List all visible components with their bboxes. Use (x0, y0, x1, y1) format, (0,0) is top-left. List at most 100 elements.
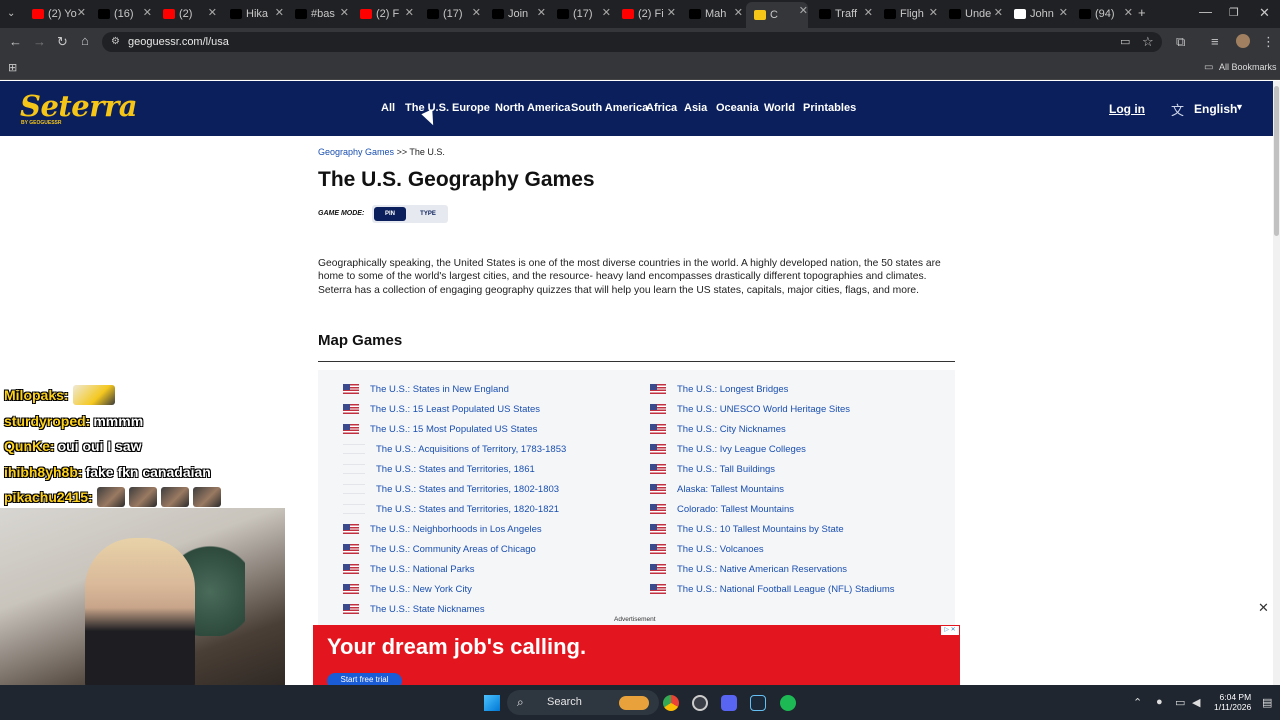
game-link[interactable]: The U.S.: States and Territories, 1861 (343, 461, 535, 477)
game-link[interactable]: The U.S.: National Football League (NFL)… (650, 581, 895, 597)
game-link[interactable]: The U.S.: States and Territories, 1820-1… (343, 501, 559, 517)
close-tab-icon[interactable]: ✕ (77, 6, 86, 19)
restore-icon[interactable]: ❐ (1229, 6, 1239, 20)
forward-icon[interactable]: → (33, 35, 46, 49)
nav-europe[interactable]: Europe (452, 102, 490, 114)
nav-world[interactable]: World (764, 102, 795, 114)
close-tab-icon[interactable]: ✕ (208, 6, 217, 19)
microphone-icon[interactable]: ● (1156, 696, 1163, 708)
game-link[interactable]: The U.S.: National Parks (343, 561, 475, 577)
browser-menu-icon[interactable]: ⋮ (1262, 35, 1275, 49)
browser-tab[interactable]: (16) ✕ (90, 4, 152, 24)
close-tab-icon[interactable]: ✕ (799, 4, 808, 17)
minimize-icon[interactable]: — (1199, 5, 1212, 19)
close-tab-icon[interactable]: ✕ (340, 6, 349, 19)
game-link[interactable]: The U.S.: State Nicknames (343, 601, 485, 617)
chrome-icon[interactable] (663, 695, 679, 711)
browser-tab[interactable]: Fligh ✕ (876, 4, 938, 24)
game-link[interactable]: The U.S.: UNESCO World Heritage Sites (650, 401, 850, 417)
home-icon[interactable]: ⌂ (81, 34, 89, 48)
breadcrumb-link-geography-games[interactable]: Geography Games (318, 147, 394, 157)
game-link[interactable]: The U.S.: New York City (343, 581, 472, 597)
close-tab-icon[interactable]: ✕ (275, 6, 284, 19)
close-tab-icon[interactable]: ✕ (143, 6, 152, 19)
all-bookmarks-link[interactable]: All Bookmarks (1219, 62, 1277, 72)
address-bar[interactable]: ⚙ geoguessr.com/l/usa (102, 32, 1162, 52)
ad-close-icon[interactable]: ✕ (1258, 600, 1269, 616)
browser-tab[interactable]: (2) Fi ✕ (614, 4, 676, 24)
chevron-down-icon[interactable]: ▼ (1235, 102, 1244, 112)
browser-tab[interactable]: John ✕ (1006, 4, 1068, 24)
browser-tab[interactable]: Hika ✕ (222, 4, 284, 24)
network-icon[interactable]: ▭ (1175, 696, 1185, 709)
browser-tab[interactable]: (17) ✕ (549, 4, 611, 24)
extensions-icon[interactable]: ⧉ (1176, 35, 1185, 49)
browser-tab[interactable]: (17) ✕ (419, 4, 481, 24)
game-link[interactable]: The U.S.: 15 Most Populated US States (343, 421, 537, 437)
game-link[interactable]: The U.S.: Tall Buildings (650, 461, 775, 477)
close-tab-icon[interactable]: ✕ (734, 6, 743, 19)
nav-asia[interactable]: Asia (684, 102, 707, 114)
taskbar-search[interactable]: ⌕ Search (507, 690, 659, 715)
reload-icon[interactable]: ↻ (57, 35, 68, 49)
game-link[interactable]: The U.S.: City Nicknames (650, 421, 786, 437)
reading-list-icon[interactable]: ≡ (1211, 35, 1219, 49)
back-icon[interactable]: ← (9, 35, 22, 49)
volume-icon[interactable]: ◀ (1192, 696, 1200, 709)
nav-south-america[interactable]: South America (571, 102, 648, 114)
game-link[interactable]: Colorado: Tallest Mountains (650, 501, 794, 517)
close-window-icon[interactable]: ✕ (1259, 6, 1270, 20)
advertisement-banner[interactable]: Your dream job's calling. Start free tri… (313, 625, 960, 685)
browser-tab[interactable]: Join ✕ (484, 4, 546, 24)
language-selector[interactable]: English (1194, 102, 1237, 116)
tray-chevron-up-icon[interactable]: ⌃ (1133, 696, 1142, 709)
game-mode-pin-button[interactable]: PIN (374, 207, 406, 221)
notifications-icon[interactable]: ▤ (1262, 696, 1272, 709)
login-link[interactable]: Log in (1109, 102, 1145, 116)
browser-tab[interactable]: Traff ✕ (811, 4, 873, 24)
seterra-logo[interactable]: Seterra (20, 89, 138, 123)
site-info-icon[interactable]: ⚙ (111, 35, 120, 49)
game-link[interactable]: The U.S.: Ivy League Colleges (650, 441, 806, 457)
game-link[interactable]: The U.S.: 15 Least Populated US States (343, 401, 540, 417)
nav-oceania[interactable]: Oceania (716, 102, 759, 114)
game-link[interactable]: The U.S.: States in New England (343, 381, 509, 397)
browser-tab[interactable]: (94) ✕ (1071, 4, 1133, 24)
browser-tab[interactable]: C ✕ (746, 2, 808, 28)
game-link[interactable]: The U.S.: Longest Bridges (650, 381, 788, 397)
close-tab-icon[interactable]: ✕ (864, 6, 873, 19)
game-link[interactable]: The U.S.: Community Areas of Chicago (343, 541, 536, 557)
browser-tab[interactable]: #bas ✕ (287, 4, 349, 24)
adchoices-icon[interactable]: ▷ ✕ (941, 626, 959, 635)
discord-icon[interactable] (721, 695, 737, 711)
browser-tab[interactable]: (2) Yo ✕ (24, 4, 86, 24)
obs-icon[interactable] (692, 695, 708, 711)
close-tab-icon[interactable]: ✕ (929, 6, 938, 19)
profile-avatar-icon[interactable] (1236, 34, 1250, 48)
steam-icon[interactable] (750, 695, 766, 711)
ad-cta-button[interactable]: Start free trial (327, 673, 402, 685)
browser-tab[interactable]: Unde ✕ (941, 4, 1003, 24)
game-link[interactable]: The U.S.: 10 Tallest Mountains by State (650, 521, 844, 537)
nav-all[interactable]: All (381, 102, 395, 114)
new-tab-icon[interactable]: + (1138, 6, 1146, 20)
nav-north-america[interactable]: North America (495, 102, 570, 114)
tab-list-icon[interactable]: ⌄ (7, 7, 15, 21)
game-link[interactable]: The U.S.: States and Territories, 1802-1… (343, 481, 559, 497)
browser-tab[interactable]: (2) ✕ (155, 4, 217, 24)
bookmark-star-icon[interactable]: ☆ (1142, 35, 1154, 49)
close-tab-icon[interactable]: ✕ (1059, 6, 1068, 19)
game-link[interactable]: The U.S.: Volcanoes (650, 541, 764, 557)
taskbar-clock[interactable]: 6:04 PM 1/11/2026 (1214, 692, 1251, 712)
apps-grid-icon[interactable]: ⊞ (8, 61, 17, 75)
game-link[interactable]: Alaska: Tallest Mountains (650, 481, 784, 497)
close-tab-icon[interactable]: ✕ (537, 6, 546, 19)
game-mode-type-button[interactable]: TYPE (412, 207, 444, 221)
nav-africa[interactable]: Africa (646, 102, 677, 114)
close-tab-icon[interactable]: ✕ (1124, 6, 1133, 19)
windows-start-icon[interactable] (484, 695, 500, 711)
close-tab-icon[interactable]: ✕ (602, 6, 611, 19)
game-link[interactable]: The U.S.: Neighborhoods in Los Angeles (343, 521, 542, 537)
close-tab-icon[interactable]: ✕ (667, 6, 676, 19)
spotify-icon[interactable] (780, 695, 796, 711)
